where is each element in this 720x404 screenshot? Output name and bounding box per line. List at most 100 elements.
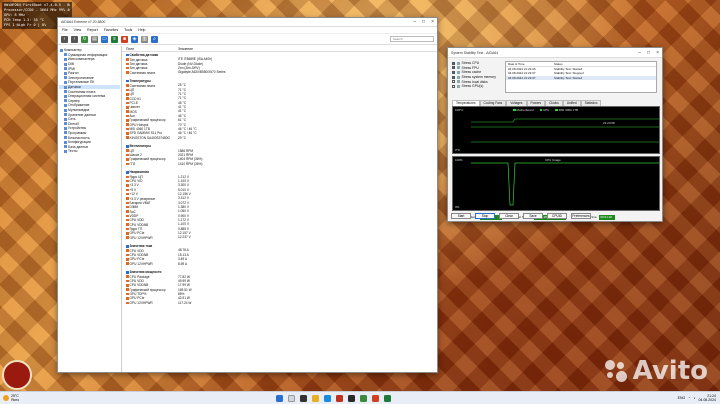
device-icon <box>456 70 460 74</box>
forward-icon[interactable]: › <box>71 35 78 43</box>
volume-icon[interactable]: ◖ <box>693 396 695 400</box>
ram-icon[interactable]: ≡ <box>111 35 118 43</box>
stress-option-label: Stress system memory <box>461 75 496 80</box>
tab-unified[interactable]: Unified <box>562 100 581 106</box>
system-tray: ENG ◔ ◖ 21:24 04.08.2024 <box>678 394 716 402</box>
weather-widget[interactable]: 25°C Ясно <box>3 394 19 402</box>
menu-item-report[interactable]: Report <box>87 28 98 32</box>
stability-test-window[interactable]: System Stability Test - AIDA64 – □ × Str… <box>447 47 663 222</box>
checkbox-icon[interactable] <box>452 70 455 74</box>
tree-item-label: Электропитание <box>68 75 94 80</box>
weather-text: Ясно <box>11 398 20 402</box>
cpuid-button[interactable]: CPUID <box>547 213 567 219</box>
menu-item-tools[interactable]: Tools <box>124 28 132 32</box>
network-icon[interactable]: ◈ <box>131 35 138 43</box>
menu-item-favorites[interactable]: Favorites <box>104 28 118 32</box>
start-button[interactable]: Start <box>451 213 471 219</box>
tree-item-label: DirectX <box>68 121 80 126</box>
back-icon[interactable]: ‹ <box>61 35 68 43</box>
folder-icon <box>64 113 67 117</box>
folder-icon <box>64 140 67 144</box>
tree-item-label: DMI <box>68 62 75 67</box>
app-icon[interactable] <box>372 394 379 402</box>
menu-item-file[interactable]: File <box>62 28 68 32</box>
taskbar-apps <box>276 394 391 402</box>
checkbox-icon[interactable] <box>452 66 455 70</box>
sensor-icon <box>126 153 129 157</box>
search-icon[interactable] <box>288 394 295 402</box>
tab-clocks[interactable]: Clocks <box>545 100 563 106</box>
close-icon[interactable]: × <box>431 19 434 25</box>
menu-item-view[interactable]: View <box>74 28 82 32</box>
wifi-icon[interactable]: ◔ <box>688 396 690 400</box>
sensor-icon <box>126 171 129 174</box>
sensor-icon <box>126 149 129 152</box>
language-indicator[interactable]: ENG <box>678 396 686 400</box>
sensor-icon <box>126 184 129 187</box>
search-icon[interactable]: ⌕ <box>151 35 158 43</box>
report-icon[interactable]: ▤ <box>91 35 98 43</box>
save-button[interactable]: Save <box>523 213 543 219</box>
taskview-icon[interactable] <box>300 394 307 402</box>
start-icon[interactable] <box>276 394 283 402</box>
column-value-header[interactable]: Значение <box>178 47 193 51</box>
sensor-icon <box>126 110 129 113</box>
device-icon <box>456 66 460 70</box>
tab-voltages[interactable]: Voltages <box>506 100 527 106</box>
folder-icon <box>64 126 67 130</box>
tab-temperatures[interactable]: Temperatures <box>452 100 480 106</box>
sensor-icon <box>126 297 129 300</box>
sensor-icon <box>126 292 129 296</box>
sensor-icon <box>126 114 129 118</box>
aida64-main-window[interactable]: AIDA64 Extreme v7.20.6800 – □ × File View… <box>57 17 438 373</box>
log-row: 04.08.2024 21:23:07 Stability Test: Start… <box>506 75 656 80</box>
stress-option[interactable]: Stress GPU(s) <box>452 84 504 89</box>
tab-cooling-fans[interactable]: Cooling Fans <box>479 100 507 106</box>
close-icon[interactable]: × <box>656 50 659 56</box>
sensor-icon <box>126 258 129 261</box>
menu-item-help[interactable]: Help <box>138 28 145 32</box>
navigation-tree[interactable]: Компьютер Суммарная информация Имя компьют… <box>58 46 122 372</box>
folder-icon <box>64 108 67 112</box>
cpu-icon[interactable]: ■ <box>121 35 128 43</box>
column-field-header[interactable]: Поле <box>122 47 178 51</box>
minimize-icon[interactable]: – <box>413 19 416 25</box>
sensor-icon <box>126 205 129 209</box>
stop-button[interactable]: Stop <box>475 213 495 219</box>
preferences-button[interactable]: Preferences <box>571 213 591 219</box>
taskbar: 25°C Ясно ENG ◔ ◖ 21:24 04.08.2024 <box>0 391 720 404</box>
clock[interactable]: 21:24 04.08.2024 <box>698 394 716 402</box>
temperature-lines <box>471 118 659 143</box>
tab-powers[interactable]: Powers <box>526 100 546 106</box>
hwinfo-icon[interactable] <box>360 394 367 402</box>
search-input[interactable]: Search <box>390 36 434 42</box>
computer-icon[interactable]: ▭ <box>101 35 108 43</box>
clock-date: 04.08.2024 <box>698 398 716 402</box>
checkbox-icon[interactable] <box>452 84 455 88</box>
refresh-icon[interactable]: ↻ <box>81 35 88 43</box>
maximize-icon[interactable]: □ <box>422 19 425 25</box>
field-label: GPU 12VHPWR <box>129 300 153 305</box>
checkbox-icon[interactable] <box>452 80 455 84</box>
sensor-icon <box>126 106 129 109</box>
maximize-icon[interactable]: □ <box>647 50 650 56</box>
folder-icon <box>64 71 67 75</box>
sensor-icon <box>126 93 129 96</box>
explorer-icon[interactable] <box>312 394 319 402</box>
checkbox-icon[interactable] <box>452 75 455 79</box>
aida64-icon[interactable] <box>336 394 343 402</box>
tree-item-label: Конфигурация <box>68 140 91 145</box>
tree-item[interactable]: Тесты <box>59 149 120 154</box>
edge-icon[interactable] <box>324 394 331 402</box>
steam-icon[interactable] <box>348 394 355 402</box>
chart-icon[interactable]: ▥ <box>141 35 148 43</box>
app2-icon[interactable] <box>384 394 391 402</box>
sensor-icon <box>126 214 129 218</box>
tab-statistics[interactable]: Statistics <box>580 100 602 106</box>
device-icon <box>456 80 460 84</box>
minimize-icon[interactable]: – <box>638 50 641 56</box>
aida64-menubar: File View Report Favorites Tools Help <box>58 27 437 34</box>
checkbox-icon[interactable] <box>452 61 455 65</box>
sensor-icon <box>126 236 129 239</box>
clear-button[interactable]: Clear <box>499 213 519 219</box>
